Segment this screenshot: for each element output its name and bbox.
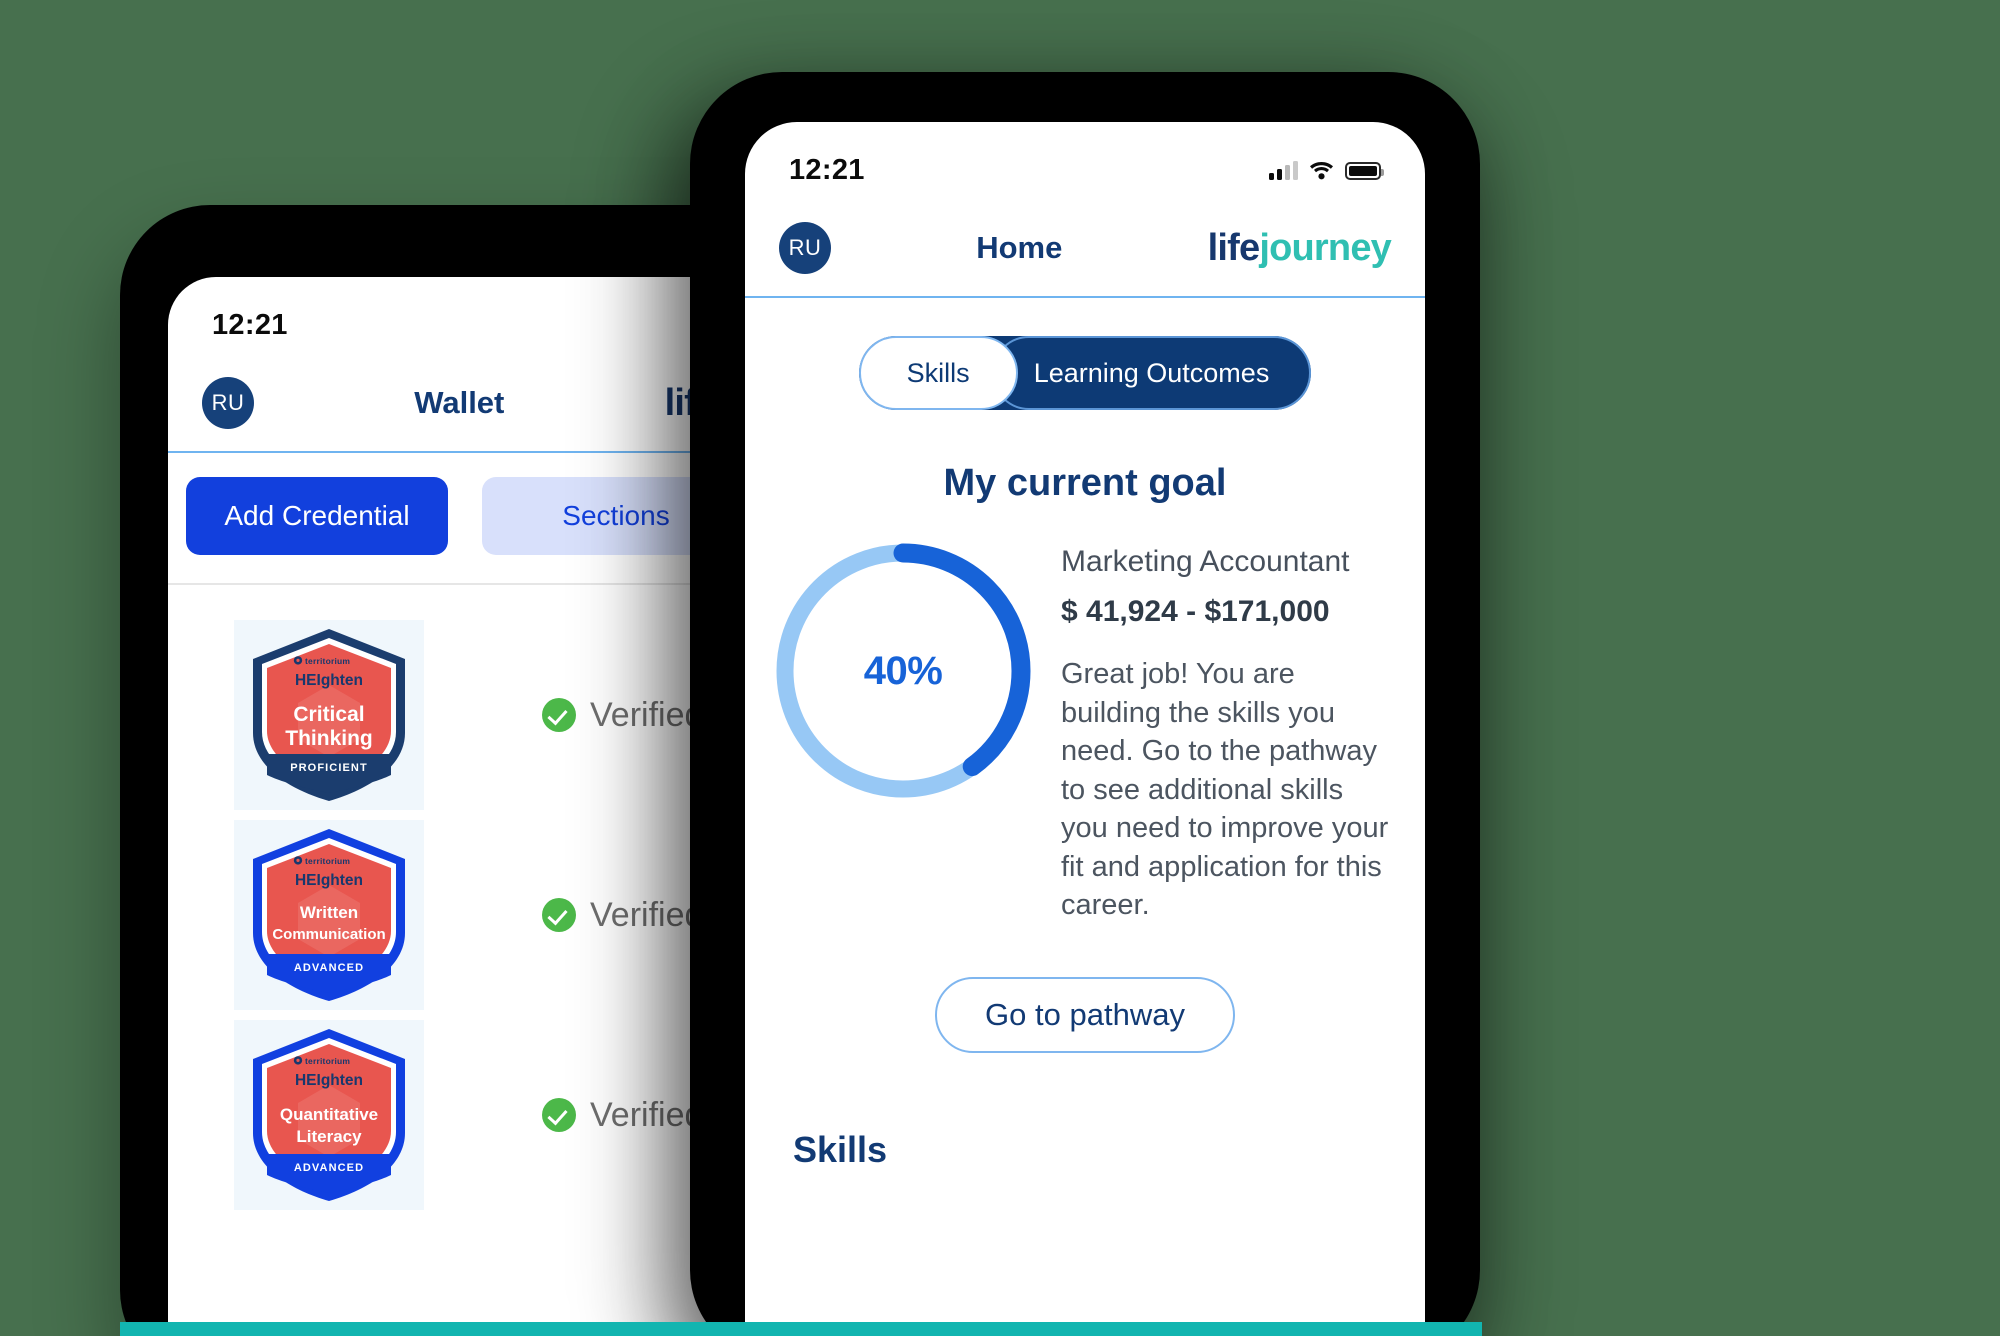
right-phone-device: 12:21 RU Home lifejourney Skills Learnin… [690,72,1480,1336]
goal-info: Marketing Accountant $ 41,924 - $171,000… [1061,531,1391,925]
go-to-pathway-button[interactable]: Go to pathway [935,976,1235,1053]
cellular-signal-icon [1269,160,1298,180]
page-title: Home [976,230,1063,265]
segmented-control: Skills Learning Outcomes [858,336,1312,410]
status-badge: Verified [542,696,703,735]
status-badge: Verified [542,896,703,935]
skills-section-heading: Skills [793,1128,888,1170]
right-app-header: RU Home lifejourney [745,200,1425,296]
status-label: Verified [590,695,704,734]
pathway-cta-wrap: Go to pathway [745,925,1425,1053]
logo-life-text: life [1207,226,1261,269]
badge-skill-line-1: Quantitative [280,1105,378,1124]
verified-check-icon [542,898,576,932]
badge-issuer: territorium [305,856,350,866]
goal-body: 40% Marketing Accountant $ 41,924 - $171… [745,531,1425,925]
wifi-icon [1310,162,1333,180]
badge-level: ADVANCED [294,1162,364,1174]
goal-salary-range: $ 41,924 - $171,000 [1061,595,1330,628]
badge-skill-line-1: Written [300,903,358,922]
badge-program: HEIghten [295,1072,363,1089]
lifejourney-logo: lifejourney [1207,226,1392,270]
goal-description: Great job! You are building the skills y… [1061,658,1389,922]
goal-heading: My current goal [943,462,1227,504]
shield-badge-icon: territorium HEIghten Written Communicati… [253,829,405,1001]
add-credential-button[interactable]: Add Credential [186,477,448,555]
verified-check-icon [542,698,576,732]
badge-level: PROFICIENT [290,762,368,774]
right-phone-screen: 12:21 RU Home lifejourney Skills Learnin… [745,122,1425,1336]
badge-issuer: territorium [305,1056,350,1066]
badge-skill-line-2: Literacy [296,1127,362,1146]
progress-ring: 40% [763,531,1043,811]
tab-learning-outcomes[interactable]: Learning Outcomes [991,336,1312,410]
badge-program: HEIghten [295,872,363,889]
left-status-clock: 12:21 [212,308,288,341]
badge-issuer: territorium [305,656,350,666]
credential-badge[interactable]: territorium HEIghten Quantitative Litera… [234,1020,424,1210]
badge-level: ADVANCED [294,962,364,974]
segmented-control-wrap: Skills Learning Outcomes [745,298,1425,432]
avatar[interactable]: RU [202,377,254,429]
bottom-teal-bar [120,1322,1482,1336]
right-status-bar: 12:21 [745,122,1425,200]
page-title: Wallet [414,385,505,420]
goal-job-title: Marketing Accountant [1061,545,1350,578]
badge-skill-line-1: Critical [293,703,364,726]
right-status-icons [1269,160,1384,180]
tab-skills[interactable]: Skills [858,336,1018,410]
status-label: Verified [590,895,704,934]
battery-icon [1345,162,1384,180]
status-label: Verified [590,1095,704,1134]
badge-program: HEIghten [295,672,363,689]
badge-skill-line-2: Thinking [285,727,373,750]
shield-badge-icon: territorium HEIghten Quantitative Litera… [253,1029,405,1201]
credential-badge[interactable]: territorium HEIghten Critical Thinking P… [234,620,424,810]
avatar[interactable]: RU [779,222,831,274]
credential-badge[interactable]: territorium HEIghten Written Communicati… [234,820,424,1010]
logo-journey-text: journey [1259,226,1391,269]
shield-badge-icon: territorium HEIghten Critical Thinking P… [253,629,405,801]
progress-percent-label: 40% [863,648,943,693]
verified-check-icon [542,1098,576,1132]
right-status-clock: 12:21 [789,153,865,186]
status-badge: Verified [542,1096,703,1135]
badge-skill-line-2: Communication [272,926,385,943]
